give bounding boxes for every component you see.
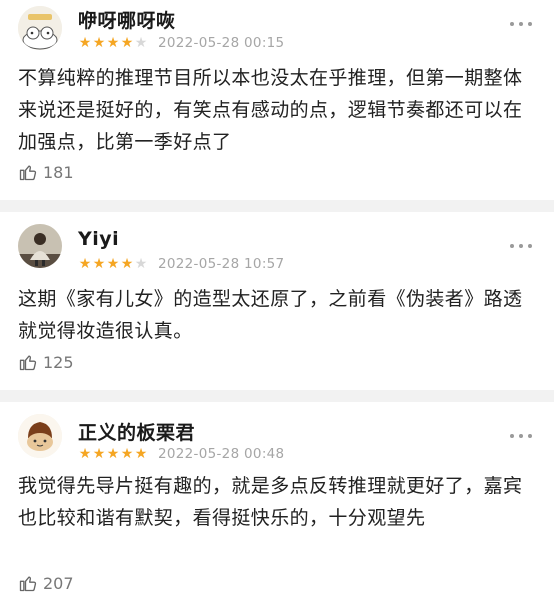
- photo-avatar-icon: [18, 224, 62, 268]
- review-card: 正义的板栗君 ★ ★ ★ ★ ★ 2022-05-28 00:48 我觉得先导片挺有趣的…: [0, 402, 554, 601]
- review-meta: ★ ★ ★ ★ ★ 2022-05-28 10:57: [78, 255, 284, 273]
- star-filled-icon: ★: [106, 256, 120, 272]
- star-empty-icon: ★: [134, 35, 148, 51]
- star-filled-icon: ★: [92, 446, 106, 462]
- username[interactable]: 咿呀哪呀咴: [78, 6, 176, 33]
- star-rating: ★ ★ ★ ★ ★: [78, 447, 148, 461]
- star-filled-icon: ★: [92, 35, 106, 51]
- review-date: 2022-05-28 00:15: [158, 35, 285, 51]
- divider: [0, 390, 554, 402]
- star-filled-icon: ★: [78, 256, 92, 272]
- like-button[interactable]: 207: [18, 572, 74, 594]
- star-filled-icon: ★: [120, 446, 134, 462]
- user-avatar[interactable]: [18, 6, 62, 50]
- user-avatar[interactable]: [18, 414, 62, 458]
- review-date: 2022-05-28 00:48: [158, 446, 285, 462]
- review-content: 不算纯粹的推理节目所以本也没太在乎推理，但第一期整体来说还是挺好的，有笑点有感动…: [18, 67, 523, 153]
- review-card: 咿呀哪呀咴 ★ ★ ★ ★ ★ 2022-05-28 00:15 不算纯粹的推理节目所以…: [0, 0, 554, 196]
- like-count: 125: [43, 352, 74, 372]
- star-filled-icon: ★: [120, 256, 134, 272]
- more-dots-icon[interactable]: [510, 432, 532, 440]
- review-meta: ★ ★ ★ ★ ★ 2022-05-28 00:48: [78, 445, 284, 463]
- more-dots-icon[interactable]: [510, 242, 532, 250]
- like-button[interactable]: 181: [18, 161, 74, 183]
- review-card: Yiyi ★ ★ ★ ★ ★ 2022-05-28 10:57 这期《家有儿女》的造型太…: [0, 212, 554, 390]
- chestnut-avatar-icon: [18, 414, 62, 458]
- star-filled-icon: ★: [106, 446, 120, 462]
- star-filled-icon: ★: [106, 35, 120, 51]
- review-content: 我觉得先导片挺有趣的，就是多点反转推理就更好了，嘉宾也比较和谐有默契，看得挺快乐…: [18, 475, 523, 529]
- star-empty-icon: ★: [134, 256, 148, 272]
- user-avatar[interactable]: [18, 224, 62, 268]
- like-count: 181: [43, 162, 74, 182]
- review-meta: ★ ★ ★ ★ ★ 2022-05-28 00:15: [78, 34, 284, 52]
- review-date: 2022-05-28 10:57: [158, 256, 285, 272]
- review-content: 这期《家有儿女》的造型太还原了，之前看《伪装者》路透就觉得妆造很认真。: [18, 288, 523, 342]
- star-filled-icon: ★: [78, 446, 92, 462]
- thumbs-up-icon: [19, 576, 37, 592]
- cartoon-cat-avatar-icon: [18, 6, 62, 50]
- like-count: 207: [43, 573, 74, 593]
- star-filled-icon: ★: [120, 35, 134, 51]
- star-filled-icon: ★: [78, 35, 92, 51]
- like-button[interactable]: 125: [18, 351, 74, 373]
- username[interactable]: 正义的板栗君: [78, 418, 195, 445]
- star-rating: ★ ★ ★ ★ ★: [78, 36, 148, 50]
- star-filled-icon: ★: [92, 256, 106, 272]
- star-filled-icon: ★: [134, 446, 148, 462]
- username[interactable]: Yiyi: [78, 228, 119, 250]
- star-rating: ★ ★ ★ ★ ★: [78, 257, 148, 271]
- thumbs-up-icon: [19, 355, 37, 371]
- more-dots-icon[interactable]: [510, 20, 532, 28]
- thumbs-up-icon: [19, 165, 37, 181]
- divider: [0, 200, 554, 212]
